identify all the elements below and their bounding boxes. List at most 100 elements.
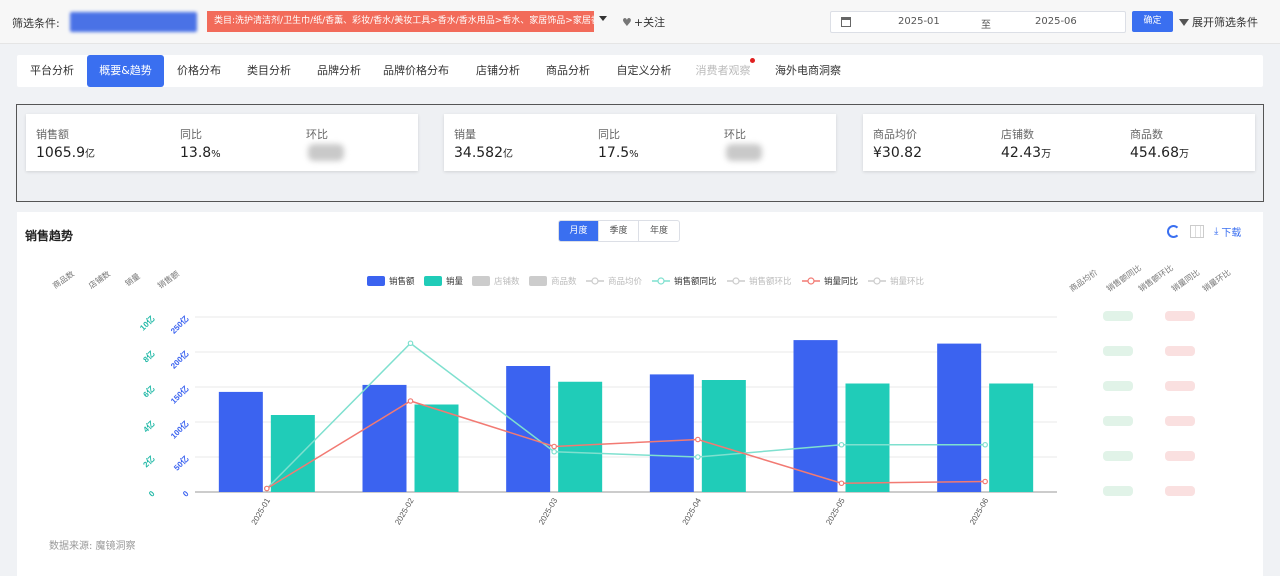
sales-axis-tick: 250亿 <box>168 313 190 335</box>
sales-axis-tick: 0 <box>181 489 191 499</box>
follow-button[interactable]: ♥ +关注 <box>622 14 665 30</box>
sales-mom-label: 环比 <box>306 128 328 141</box>
calendar-icon <box>841 17 851 27</box>
blurred-axis-value <box>1165 346 1195 356</box>
sales-axis-tick: 200亿 <box>168 348 190 370</box>
metrics-summary: 销售额 1065.9亿 同比 13.8% 环比 销量 34.582亿 同比 17… <box>16 104 1264 202</box>
confirm-button[interactable]: 确定 <box>1132 11 1173 32</box>
legend-swatch <box>529 276 547 286</box>
legend-swatch <box>424 276 442 286</box>
volume-bar <box>270 415 315 492</box>
sales-axis-tick: 100亿 <box>168 418 190 440</box>
volume-bar <box>845 383 890 492</box>
expand-filters-label: 展开筛选条件 <box>1192 16 1258 29</box>
legend-label: 销量同比 <box>824 276 858 286</box>
volume-yoy-number: 17.5 <box>598 145 630 161</box>
blurred-axis-value <box>1165 416 1195 426</box>
sales-bar <box>362 384 407 492</box>
volume-axis-tick: 4亿 <box>141 418 157 434</box>
sales-bar <box>506 366 551 492</box>
date-range-picker[interactable]: 2025-01 至 2025-06 <box>830 11 1126 33</box>
tab-overview-trend[interactable]: 概要&趋势 <box>87 55 164 87</box>
volume-value: 34.582亿 <box>454 145 513 161</box>
volume-card: 销量 34.582亿 同比 17.5% 环比 <box>444 114 836 171</box>
blurred-axis-value <box>1103 486 1133 496</box>
volume-axis-tick: 10亿 <box>138 313 157 332</box>
series-point <box>695 454 701 460</box>
series-point <box>838 480 845 487</box>
legend-swatch-dot <box>657 277 665 285</box>
blurred-axis-value <box>1165 311 1195 321</box>
sales-trend-panel: 销售趋势 月度 季度 年度 ⤓ 下载 0 50亿 100亿 150亿 200亿 250亿 0… <box>17 212 1263 576</box>
blurred-axis-value <box>1103 311 1133 321</box>
volume-yoy-unit: % <box>629 149 639 160</box>
tab-category[interactable]: 类目分析 <box>240 55 298 87</box>
category-filter-tag[interactable]: 类目:洗护清洁剂/卫生巾/纸/香薰、彩妆/香水/美妆工具>香水/香水用品>香水、… <box>207 11 594 32</box>
analysis-tabs: 平台分析 概要&趋势 价格分布 类目分析 品牌分析 品牌价格分布 店铺分析 商品… <box>17 55 1263 87</box>
sales-number: 1065.9 <box>36 145 85 161</box>
date-to[interactable]: 2025-06 <box>1035 16 1077 27</box>
notification-dot <box>750 58 755 63</box>
left-axis-name: 店铺数 <box>87 269 112 291</box>
sales-mom-blurred <box>308 144 344 161</box>
tab-custom[interactable]: 自定义分析 <box>610 55 678 87</box>
filter-label: 筛选条件: <box>12 17 60 30</box>
legend-label: 商品均价 <box>608 276 643 286</box>
series-point <box>695 436 701 443</box>
volume-unit: 亿 <box>503 149 513 160</box>
x-tick-label: 2025-03 <box>537 496 560 526</box>
sales-yoy-value: 13.8% <box>180 145 221 161</box>
sales-bar <box>218 391 263 492</box>
legend-swatch-dot <box>807 277 815 285</box>
legend-label: 销量 <box>446 276 464 286</box>
series-point <box>551 448 557 455</box>
tab-product[interactable]: 商品分析 <box>539 55 597 87</box>
series-point <box>551 443 557 450</box>
tab-platform[interactable]: 平台分析 <box>23 55 81 87</box>
legend-label: 商品数 <box>551 276 577 286</box>
tab-overseas[interactable]: 海外电商洞察 <box>771 55 845 87</box>
blurred-axis-value <box>1165 486 1195 496</box>
x-tick-label: 2025-04 <box>681 496 704 526</box>
volume-mom-label: 环比 <box>724 128 746 141</box>
volume-yoy-label: 同比 <box>598 128 620 141</box>
legend-label: 销售额环比 <box>749 276 792 286</box>
volume-axis-tick: 0 <box>147 489 157 499</box>
chevron-down-icon[interactable] <box>599 16 607 21</box>
expand-filters-button[interactable]: 展开筛选条件 <box>1179 14 1258 30</box>
product-card: 商品均价 ¥30.82 店铺数 42.43万 商品数 454.68万 <box>863 114 1255 171</box>
volume-mom-blurred <box>726 144 762 161</box>
right-axis-name: 销量环比 <box>1200 267 1232 294</box>
volume-axis-tick: 6亿 <box>141 383 157 399</box>
series-point <box>982 478 988 485</box>
shops-label: 店铺数 <box>1001 128 1034 141</box>
x-tick-label: 2025-02 <box>393 496 416 526</box>
shops-value: 42.43万 <box>1001 145 1051 161</box>
legend-label: 销量环比 <box>890 276 924 286</box>
tab-brand[interactable]: 品牌分析 <box>310 55 368 87</box>
blurred-axis-value <box>1165 451 1195 461</box>
sales-yoy-label: 同比 <box>180 128 202 141</box>
volume-axis-tick: 2亿 <box>141 453 157 469</box>
products-label: 商品数 <box>1130 128 1163 141</box>
volume-bar <box>414 404 459 492</box>
products-value: 454.68万 <box>1130 145 1189 161</box>
redacted-filter-chip[interactable] <box>70 12 197 32</box>
legend-swatch-dot <box>873 277 881 285</box>
blurred-axis-value <box>1103 381 1133 391</box>
legend-label: 销售额同比 <box>674 276 717 286</box>
tab-shop[interactable]: 店铺分析 <box>469 55 527 87</box>
series-point <box>838 441 845 448</box>
left-axis-name: 销售额 <box>156 269 181 291</box>
sales-axis-tick: 50亿 <box>172 453 191 472</box>
series-point <box>982 441 988 448</box>
sales-bar <box>793 340 838 492</box>
tab-consumer[interactable]: 消费者观察 <box>692 55 754 87</box>
shops-unit: 万 <box>1041 149 1052 160</box>
tab-price-distribution[interactable]: 价格分布 <box>170 55 228 87</box>
x-tick-label: 2025-01 <box>250 496 273 526</box>
tab-brand-price[interactable]: 品牌价格分布 <box>381 55 451 87</box>
right-axis-name: 销售额环比 <box>1136 263 1175 294</box>
date-from[interactable]: 2025-01 <box>898 16 940 27</box>
series-point <box>264 485 270 492</box>
